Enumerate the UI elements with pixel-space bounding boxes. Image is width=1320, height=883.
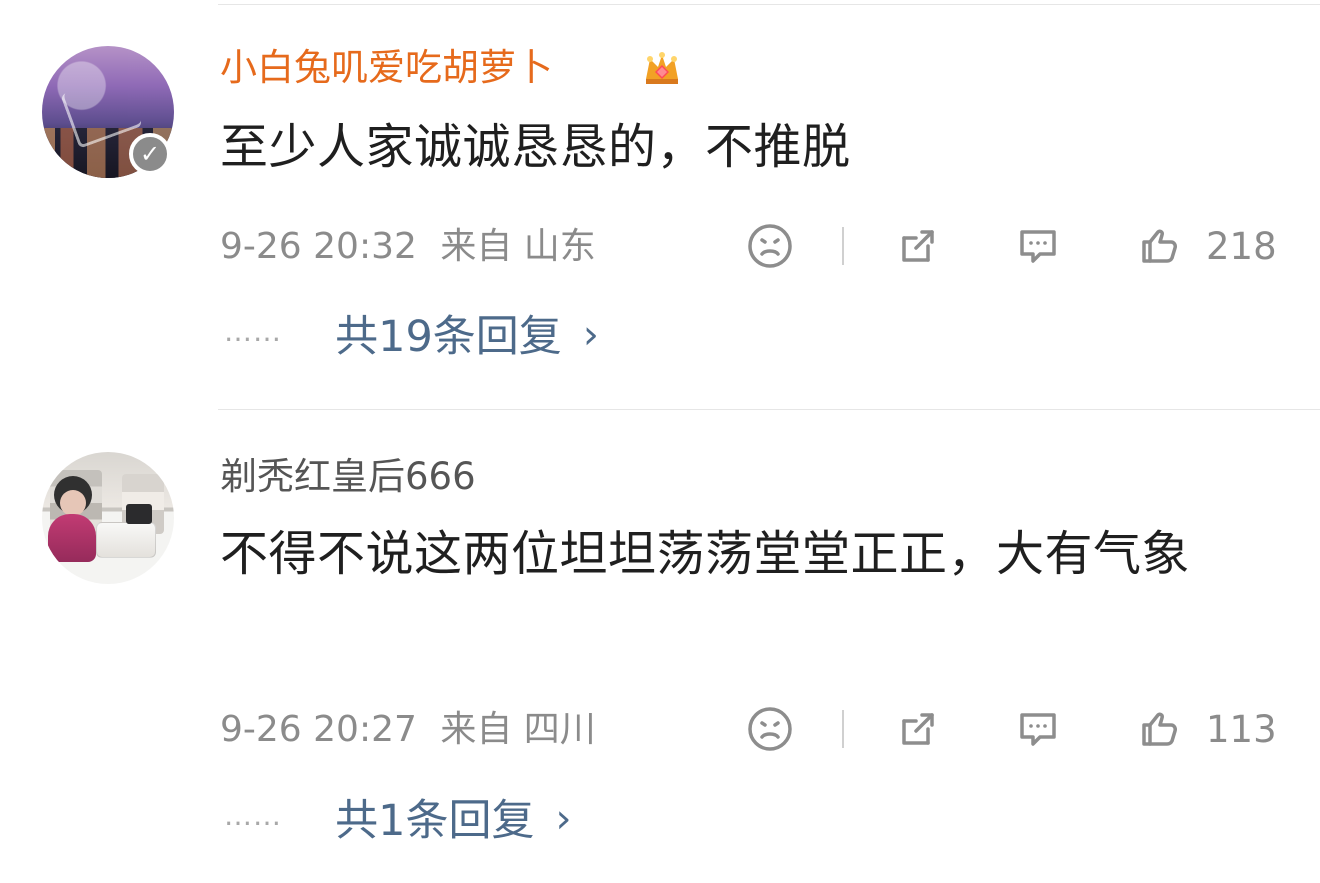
username[interactable]: 剃秃红皇后666 xyxy=(220,455,476,499)
thumbs-up-icon[interactable] xyxy=(1132,220,1184,272)
avatar-monitor xyxy=(126,504,152,524)
top-divider xyxy=(218,4,1320,5)
sad-face-icon[interactable] xyxy=(744,703,796,755)
comment-source: 来自 四川 xyxy=(440,709,596,750)
comment-time: 9-26 20:32 xyxy=(220,226,417,267)
avatar-figure-body xyxy=(48,514,96,562)
like-count: 113 xyxy=(1206,708,1277,751)
verified-badge-icon: ✓ xyxy=(129,133,171,175)
reply-dots: …… xyxy=(224,798,282,832)
reply-dots: …… xyxy=(224,314,282,348)
sad-face-icon[interactable] xyxy=(744,220,796,272)
comment-meta: 9-26 20:27 来自 四川 xyxy=(220,708,596,752)
comment-time: 9-26 20:27 xyxy=(220,709,417,750)
avatar[interactable] xyxy=(42,452,174,584)
reply-row[interactable]: …… 共1条回复 › xyxy=(224,795,572,847)
comment-separator xyxy=(218,409,1320,410)
comment-source: 来自 山东 xyxy=(440,226,596,267)
avatar-desk xyxy=(96,522,156,558)
crown-icon xyxy=(638,45,686,93)
username[interactable]: 小白兔叽爱吃胡萝卜 xyxy=(220,46,553,90)
chevron-right-icon[interactable]: › xyxy=(556,796,572,842)
share-icon[interactable] xyxy=(892,703,944,755)
reply-link[interactable]: 共1条回复 xyxy=(335,795,534,847)
reply-row[interactable]: …… 共19条回复 › xyxy=(224,311,599,363)
action-divider xyxy=(842,710,844,748)
reply-link[interactable]: 共19条回复 xyxy=(335,311,562,363)
comment-icon[interactable] xyxy=(1012,220,1064,272)
like-count: 218 xyxy=(1206,225,1277,268)
action-divider xyxy=(842,227,844,265)
comment-icon[interactable] xyxy=(1012,703,1064,755)
comment-text: 至少人家诚诚恳恳的，不推脱 xyxy=(220,119,851,175)
avatar-figure-head xyxy=(60,490,86,516)
thumbs-up-icon[interactable] xyxy=(1132,703,1184,755)
comment-meta: 9-26 20:32 来自 山东 xyxy=(220,225,596,269)
share-icon[interactable] xyxy=(892,220,944,272)
chevron-right-icon[interactable]: › xyxy=(583,312,599,358)
comment-text: 不得不说这两位坦坦荡荡堂堂正正，大有气象 xyxy=(220,526,1191,582)
